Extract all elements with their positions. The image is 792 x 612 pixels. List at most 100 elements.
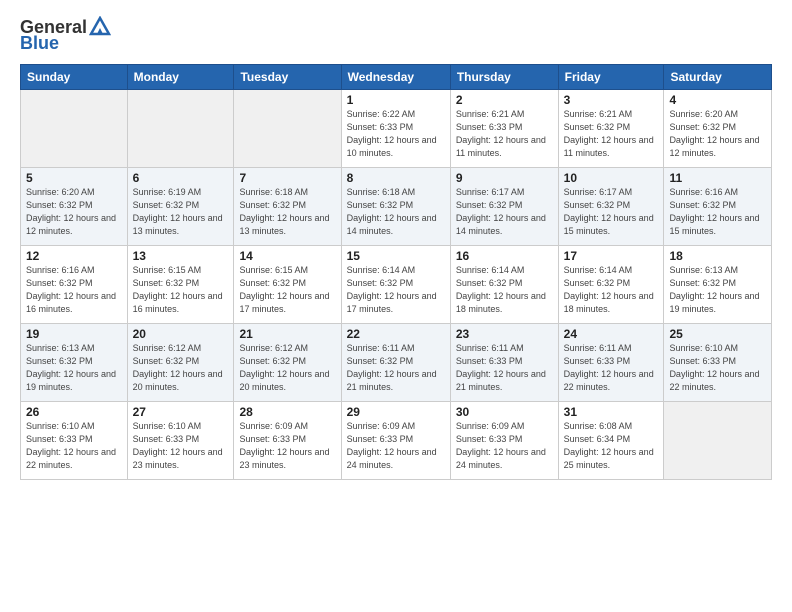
day-number: 25: [669, 327, 766, 341]
day-number: 18: [669, 249, 766, 263]
calendar-weekday-thursday: Thursday: [450, 64, 558, 89]
calendar-weekday-saturday: Saturday: [664, 64, 772, 89]
calendar-cell: 9Sunrise: 6:17 AM Sunset: 6:32 PM Daylig…: [450, 167, 558, 245]
day-number: 6: [133, 171, 229, 185]
day-info: Sunrise: 6:18 AM Sunset: 6:32 PM Dayligh…: [347, 186, 445, 238]
day-info: Sunrise: 6:10 AM Sunset: 6:33 PM Dayligh…: [26, 420, 122, 472]
calendar-cell: 3Sunrise: 6:21 AM Sunset: 6:32 PM Daylig…: [558, 89, 664, 167]
day-number: 21: [239, 327, 335, 341]
day-info: Sunrise: 6:16 AM Sunset: 6:32 PM Dayligh…: [669, 186, 766, 238]
day-info: Sunrise: 6:08 AM Sunset: 6:34 PM Dayligh…: [564, 420, 659, 472]
day-info: Sunrise: 6:13 AM Sunset: 6:32 PM Dayligh…: [26, 342, 122, 394]
day-number: 13: [133, 249, 229, 263]
day-info: Sunrise: 6:20 AM Sunset: 6:32 PM Dayligh…: [669, 108, 766, 160]
calendar-cell: [664, 401, 772, 479]
calendar-weekday-friday: Friday: [558, 64, 664, 89]
calendar-week-4: 19Sunrise: 6:13 AM Sunset: 6:32 PM Dayli…: [21, 323, 772, 401]
calendar-header-row: SundayMondayTuesdayWednesdayThursdayFrid…: [21, 64, 772, 89]
day-number: 3: [564, 93, 659, 107]
logo-icon: [89, 16, 111, 36]
day-number: 1: [347, 93, 445, 107]
calendar-cell: 5Sunrise: 6:20 AM Sunset: 6:32 PM Daylig…: [21, 167, 128, 245]
day-info: Sunrise: 6:19 AM Sunset: 6:32 PM Dayligh…: [133, 186, 229, 238]
day-info: Sunrise: 6:15 AM Sunset: 6:32 PM Dayligh…: [133, 264, 229, 316]
day-number: 9: [456, 171, 553, 185]
day-number: 23: [456, 327, 553, 341]
day-info: Sunrise: 6:09 AM Sunset: 6:33 PM Dayligh…: [347, 420, 445, 472]
calendar-cell: 24Sunrise: 6:11 AM Sunset: 6:33 PM Dayli…: [558, 323, 664, 401]
calendar-cell: 30Sunrise: 6:09 AM Sunset: 6:33 PM Dayli…: [450, 401, 558, 479]
calendar-cell: 21Sunrise: 6:12 AM Sunset: 6:32 PM Dayli…: [234, 323, 341, 401]
day-number: 5: [26, 171, 122, 185]
calendar-table: SundayMondayTuesdayWednesdayThursdayFrid…: [20, 64, 772, 480]
calendar-cell: 4Sunrise: 6:20 AM Sunset: 6:32 PM Daylig…: [664, 89, 772, 167]
day-number: 14: [239, 249, 335, 263]
day-info: Sunrise: 6:13 AM Sunset: 6:32 PM Dayligh…: [669, 264, 766, 316]
day-number: 12: [26, 249, 122, 263]
day-info: Sunrise: 6:18 AM Sunset: 6:32 PM Dayligh…: [239, 186, 335, 238]
calendar-cell: 25Sunrise: 6:10 AM Sunset: 6:33 PM Dayli…: [664, 323, 772, 401]
day-info: Sunrise: 6:14 AM Sunset: 6:32 PM Dayligh…: [347, 264, 445, 316]
day-info: Sunrise: 6:12 AM Sunset: 6:32 PM Dayligh…: [133, 342, 229, 394]
calendar-cell: 27Sunrise: 6:10 AM Sunset: 6:33 PM Dayli…: [127, 401, 234, 479]
day-info: Sunrise: 6:11 AM Sunset: 6:33 PM Dayligh…: [564, 342, 659, 394]
day-number: 31: [564, 405, 659, 419]
day-number: 2: [456, 93, 553, 107]
calendar-cell: 15Sunrise: 6:14 AM Sunset: 6:32 PM Dayli…: [341, 245, 450, 323]
calendar-week-2: 5Sunrise: 6:20 AM Sunset: 6:32 PM Daylig…: [21, 167, 772, 245]
day-number: 10: [564, 171, 659, 185]
day-info: Sunrise: 6:20 AM Sunset: 6:32 PM Dayligh…: [26, 186, 122, 238]
day-info: Sunrise: 6:22 AM Sunset: 6:33 PM Dayligh…: [347, 108, 445, 160]
day-number: 7: [239, 171, 335, 185]
calendar-cell: 28Sunrise: 6:09 AM Sunset: 6:33 PM Dayli…: [234, 401, 341, 479]
calendar-cell: 19Sunrise: 6:13 AM Sunset: 6:32 PM Dayli…: [21, 323, 128, 401]
calendar-week-1: 1Sunrise: 6:22 AM Sunset: 6:33 PM Daylig…: [21, 89, 772, 167]
calendar-weekday-tuesday: Tuesday: [234, 64, 341, 89]
calendar-cell: 23Sunrise: 6:11 AM Sunset: 6:33 PM Dayli…: [450, 323, 558, 401]
day-info: Sunrise: 6:15 AM Sunset: 6:32 PM Dayligh…: [239, 264, 335, 316]
calendar-cell: 16Sunrise: 6:14 AM Sunset: 6:32 PM Dayli…: [450, 245, 558, 323]
page: General Blue SundayMondayTuesdayWednesda…: [0, 0, 792, 612]
logo: General Blue: [20, 18, 111, 54]
calendar-cell: 6Sunrise: 6:19 AM Sunset: 6:32 PM Daylig…: [127, 167, 234, 245]
calendar-weekday-monday: Monday: [127, 64, 234, 89]
calendar-cell: 10Sunrise: 6:17 AM Sunset: 6:32 PM Dayli…: [558, 167, 664, 245]
day-number: 17: [564, 249, 659, 263]
day-info: Sunrise: 6:21 AM Sunset: 6:33 PM Dayligh…: [456, 108, 553, 160]
calendar-cell: 1Sunrise: 6:22 AM Sunset: 6:33 PM Daylig…: [341, 89, 450, 167]
calendar-cell: [234, 89, 341, 167]
calendar-cell: 29Sunrise: 6:09 AM Sunset: 6:33 PM Dayli…: [341, 401, 450, 479]
calendar-week-3: 12Sunrise: 6:16 AM Sunset: 6:32 PM Dayli…: [21, 245, 772, 323]
day-info: Sunrise: 6:10 AM Sunset: 6:33 PM Dayligh…: [669, 342, 766, 394]
day-number: 22: [347, 327, 445, 341]
day-number: 20: [133, 327, 229, 341]
day-info: Sunrise: 6:14 AM Sunset: 6:32 PM Dayligh…: [564, 264, 659, 316]
day-info: Sunrise: 6:11 AM Sunset: 6:32 PM Dayligh…: [347, 342, 445, 394]
calendar-cell: 20Sunrise: 6:12 AM Sunset: 6:32 PM Dayli…: [127, 323, 234, 401]
day-number: 30: [456, 405, 553, 419]
day-info: Sunrise: 6:09 AM Sunset: 6:33 PM Dayligh…: [239, 420, 335, 472]
calendar-cell: 2Sunrise: 6:21 AM Sunset: 6:33 PM Daylig…: [450, 89, 558, 167]
day-info: Sunrise: 6:17 AM Sunset: 6:32 PM Dayligh…: [564, 186, 659, 238]
day-info: Sunrise: 6:16 AM Sunset: 6:32 PM Dayligh…: [26, 264, 122, 316]
day-info: Sunrise: 6:17 AM Sunset: 6:32 PM Dayligh…: [456, 186, 553, 238]
day-info: Sunrise: 6:12 AM Sunset: 6:32 PM Dayligh…: [239, 342, 335, 394]
calendar-cell: 22Sunrise: 6:11 AM Sunset: 6:32 PM Dayli…: [341, 323, 450, 401]
calendar-weekday-wednesday: Wednesday: [341, 64, 450, 89]
calendar-cell: 11Sunrise: 6:16 AM Sunset: 6:32 PM Dayli…: [664, 167, 772, 245]
day-info: Sunrise: 6:14 AM Sunset: 6:32 PM Dayligh…: [456, 264, 553, 316]
calendar-cell: 12Sunrise: 6:16 AM Sunset: 6:32 PM Dayli…: [21, 245, 128, 323]
day-number: 8: [347, 171, 445, 185]
calendar-cell: [127, 89, 234, 167]
calendar-cell: [21, 89, 128, 167]
day-number: 27: [133, 405, 229, 419]
calendar-weekday-sunday: Sunday: [21, 64, 128, 89]
calendar-week-5: 26Sunrise: 6:10 AM Sunset: 6:33 PM Dayli…: [21, 401, 772, 479]
day-info: Sunrise: 6:21 AM Sunset: 6:32 PM Dayligh…: [564, 108, 659, 160]
calendar-cell: 18Sunrise: 6:13 AM Sunset: 6:32 PM Dayli…: [664, 245, 772, 323]
calendar-cell: 8Sunrise: 6:18 AM Sunset: 6:32 PM Daylig…: [341, 167, 450, 245]
day-number: 24: [564, 327, 659, 341]
day-number: 16: [456, 249, 553, 263]
calendar-cell: 14Sunrise: 6:15 AM Sunset: 6:32 PM Dayli…: [234, 245, 341, 323]
calendar-cell: 31Sunrise: 6:08 AM Sunset: 6:34 PM Dayli…: [558, 401, 664, 479]
